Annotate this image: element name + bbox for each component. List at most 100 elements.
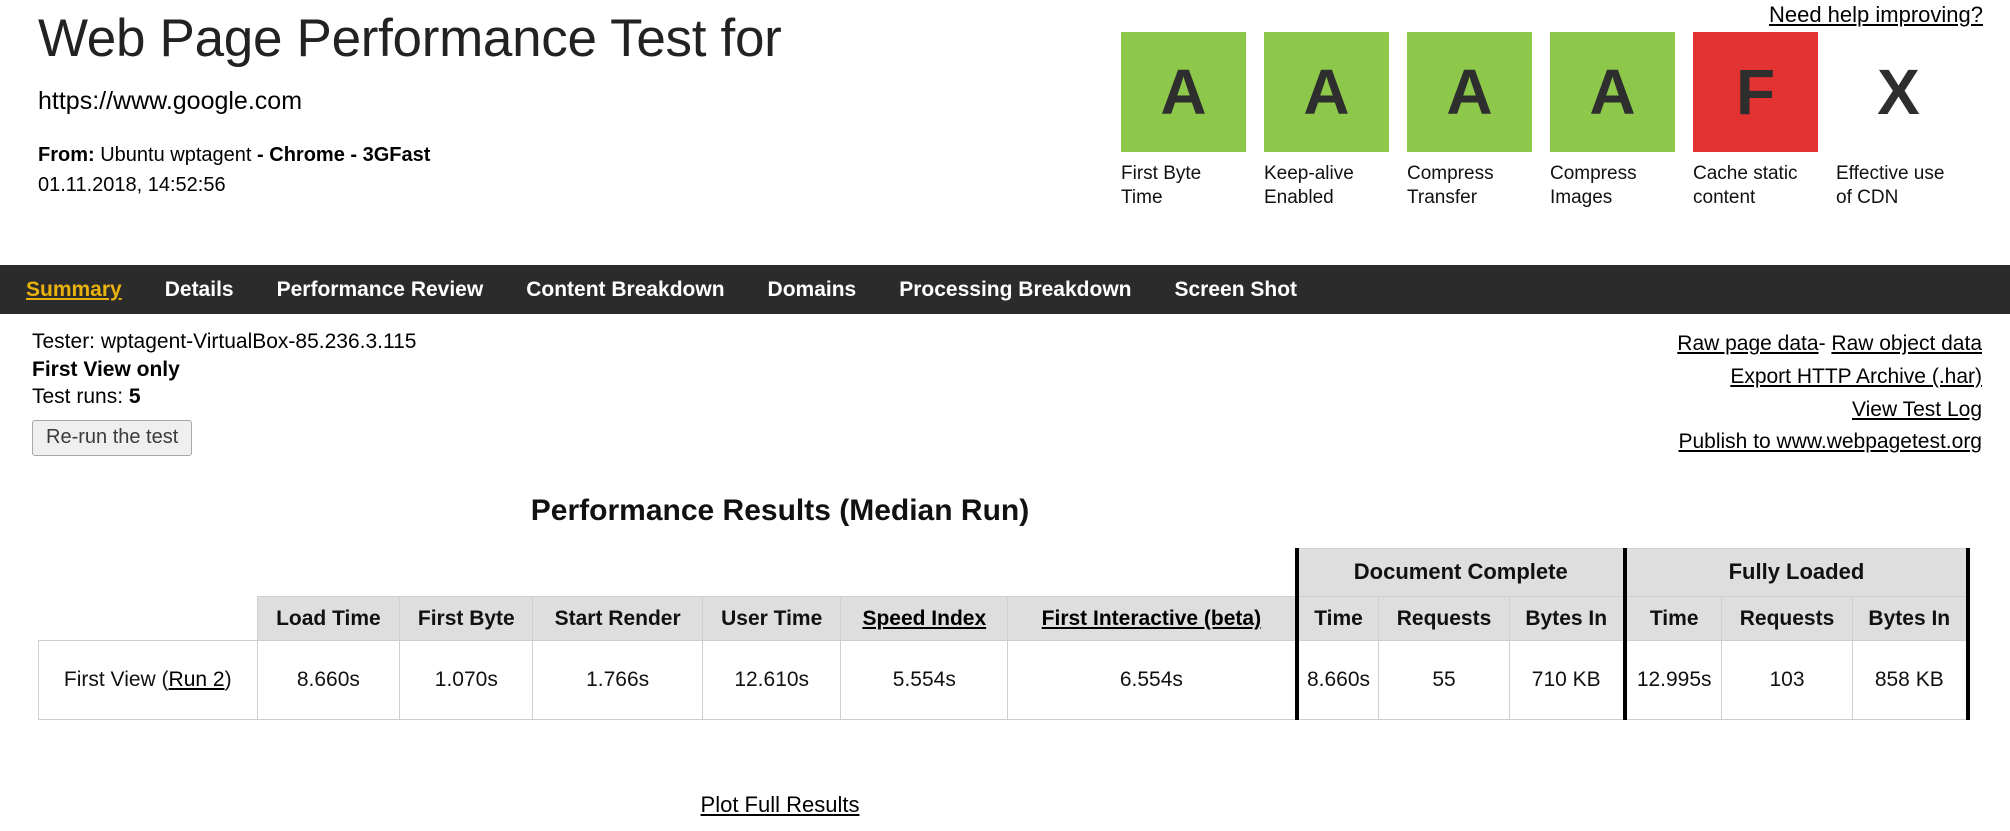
col-header-first-interactive[interactable]: First Interactive (beta) xyxy=(1007,595,1298,642)
grade-effective-use-of-cdn[interactable]: X Effective use of CDN xyxy=(1836,32,1961,211)
grade-first-byte-time[interactable]: A First Byte Time xyxy=(1121,32,1246,211)
performance-results-table: Document Complete Fully Loaded Load Time… xyxy=(38,548,1971,721)
cell-first-byte: 1.070s xyxy=(399,640,534,721)
title-block: Web Page Performance Test for https://ww… xyxy=(38,10,1098,197)
run-2-link[interactable]: Run 2 xyxy=(169,668,225,691)
table-corner-cell xyxy=(38,548,257,597)
from-agent: Ubuntu wptagent xyxy=(100,144,252,167)
raw-object-data-link[interactable]: Raw object data xyxy=(1831,332,1982,355)
nav-item-screen-shot[interactable]: Screen Shot xyxy=(1174,278,1297,302)
tester-label: Tester: xyxy=(32,330,96,353)
raw-page-data-link[interactable]: Raw page data xyxy=(1677,332,1818,355)
export-http-archive-link[interactable]: Export HTTP Archive (.har) xyxy=(1730,365,1982,388)
cell-start-render: 1.766s xyxy=(532,640,703,721)
nav-item-details[interactable]: Details xyxy=(165,278,234,302)
need-help-improving-anchor[interactable]: Need help improving? xyxy=(1769,2,1983,27)
table-column-header-row: Load Time First Byte Start Render User T… xyxy=(38,595,1970,642)
publish-to-webpagetest-link[interactable]: Publish to www.webpagetest.org xyxy=(1678,430,1982,453)
need-help-improving-link[interactable]: Need help improving? xyxy=(1769,2,1983,28)
col-header-speed-index[interactable]: Speed Index xyxy=(840,595,1009,642)
grade-label-compress-transfer: Compress Transfer xyxy=(1407,163,1494,209)
from-label: From: xyxy=(38,144,95,167)
cell-fullyloaded-requests: 103 xyxy=(1721,640,1853,721)
cell-user-time: 12.610s xyxy=(701,640,842,721)
results-title: Performance Results (Median Run) xyxy=(530,494,1030,527)
cell-speed-index: 5.554s xyxy=(840,640,1009,721)
tested-url: https://www.google.com xyxy=(38,87,303,116)
row-label-first-view: First View (Run 2) xyxy=(38,640,258,721)
cell-docomplete-bytes-in: 710 KB xyxy=(1508,640,1626,721)
test-runs-line: Test runs: 5 xyxy=(32,383,416,411)
col-header-user-time: User Time xyxy=(701,595,842,642)
grade-box-effective-use-of-cdn[interactable]: X xyxy=(1836,32,1961,152)
grade-box-first-byte-time[interactable]: A xyxy=(1121,32,1246,152)
plot-full-results-link[interactable]: Plot Full Results xyxy=(701,792,860,817)
raw-data-links-row: Raw page data- Raw object data xyxy=(1677,328,1982,361)
group-spacer-start-render xyxy=(532,548,703,597)
page-title: Web Page Performance Test for xyxy=(38,9,782,68)
col-header-first-byte: First Byte xyxy=(399,595,534,642)
cell-first-interactive: 6.554s xyxy=(1007,640,1298,721)
from-browser: - Chrome - 3GFast xyxy=(257,144,431,167)
from-line: From: Ubuntu wptagent - Chrome - 3GFast xyxy=(38,144,1098,167)
cell-fullyloaded-time: 12.995s xyxy=(1622,640,1723,721)
row-label-suffix: ) xyxy=(224,668,232,692)
nav-item-domains[interactable]: Domains xyxy=(768,278,857,302)
table-row: First View (Run 2) 8.660s 1.070s 1.766s … xyxy=(38,640,1970,721)
tester-value: wptagent-VirtualBox-85.236.3.115 xyxy=(100,330,417,353)
nav-item-performance-review[interactable]: Performance Review xyxy=(277,278,484,302)
grade-label-cache-static-content: Cache static content xyxy=(1693,163,1798,209)
view-mode: First View only xyxy=(32,357,180,381)
test-date: 01.11.2018, 14:52:56 xyxy=(38,174,226,197)
grade-compress-transfer[interactable]: A Compress Transfer xyxy=(1407,32,1532,211)
row-label-prefix: First View ( xyxy=(63,668,169,692)
rerun-test-button[interactable]: Re-run the test xyxy=(32,420,193,457)
grade-box-keep-alive-enabled[interactable]: A xyxy=(1264,32,1389,152)
grade-box-cache-static-content[interactable]: F xyxy=(1693,32,1818,152)
col-header-fullyloaded-requests: Requests xyxy=(1721,595,1853,642)
grade-compress-images[interactable]: A Compress Images xyxy=(1550,32,1675,211)
col-header-docomplete-requests: Requests xyxy=(1378,595,1510,642)
col-header-docomplete-time: Time xyxy=(1294,595,1380,642)
view-test-log-link[interactable]: View Test Log xyxy=(1852,398,1982,421)
publish-row: Publish to www.webpagetest.org xyxy=(1677,426,1982,459)
grade-label-keep-alive-enabled: Keep-alive Enabled xyxy=(1264,163,1354,209)
test-links-block: Raw page data- Raw object data Export HT… xyxy=(1677,328,1982,459)
col-header-load-time: Load Time xyxy=(256,595,401,642)
export-har-row: Export HTTP Archive (.har) xyxy=(1677,361,1982,394)
group-spacer-load-time xyxy=(257,548,400,597)
group-spacer-first-interactive xyxy=(1007,548,1297,597)
table-corner-cell-2 xyxy=(38,596,257,641)
cell-docomplete-requests: 55 xyxy=(1378,640,1510,721)
grade-box-compress-transfer[interactable]: A xyxy=(1407,32,1532,152)
raw-links-separator: - xyxy=(1818,332,1826,355)
nav-item-content-breakdown[interactable]: Content Breakdown xyxy=(526,278,724,302)
table-group-header-row: Document Complete Fully Loaded xyxy=(38,548,1971,597)
plot-full-results-container: Plot Full Results xyxy=(0,792,1560,818)
group-spacer-first-byte xyxy=(399,548,533,597)
first-interactive-link[interactable]: First Interactive (beta) xyxy=(1042,607,1261,630)
grade-label-first-byte-time: First Byte Time xyxy=(1121,163,1202,209)
group-spacer-user-time xyxy=(702,548,841,597)
grade-keep-alive-enabled[interactable]: A Keep-alive Enabled xyxy=(1264,32,1389,211)
nav-item-summary[interactable]: Summary xyxy=(26,278,122,302)
test-info-block: Tester: wptagent-VirtualBox-85.236.3.115… xyxy=(32,328,417,457)
speed-index-link[interactable]: Speed Index xyxy=(862,607,986,630)
view-test-log-row: View Test Log xyxy=(1677,394,1982,427)
test-runs-label: Test runs: xyxy=(32,385,124,409)
col-header-fullyloaded-bytes-in: Bytes In xyxy=(1851,595,1970,642)
col-header-docomplete-bytes-in: Bytes In xyxy=(1508,595,1626,642)
nav-item-processing-breakdown[interactable]: Processing Breakdown xyxy=(899,278,1131,302)
grade-list: A First Byte Time A Keep-alive Enabled A… xyxy=(1121,32,1961,211)
grade-label-compress-images: Compress Images xyxy=(1550,163,1637,209)
grade-box-compress-images[interactable]: A xyxy=(1550,32,1675,152)
main-navigation: Summary Details Performance Review Conte… xyxy=(0,265,2010,314)
cell-fullyloaded-bytes-in: 858 KB xyxy=(1851,640,1970,721)
page-header: Web Page Performance Test for https://ww… xyxy=(0,0,2010,255)
group-header-document-complete: Document Complete xyxy=(1294,548,1626,597)
col-header-start-render: Start Render xyxy=(532,595,703,642)
group-header-fully-loaded: Fully Loaded xyxy=(1622,548,1971,597)
grade-cache-static-content[interactable]: F Cache static content xyxy=(1693,32,1818,211)
results-table-container: Document Complete Fully Loaded Load Time… xyxy=(38,548,1971,721)
cell-load-time: 8.660s xyxy=(256,640,401,721)
